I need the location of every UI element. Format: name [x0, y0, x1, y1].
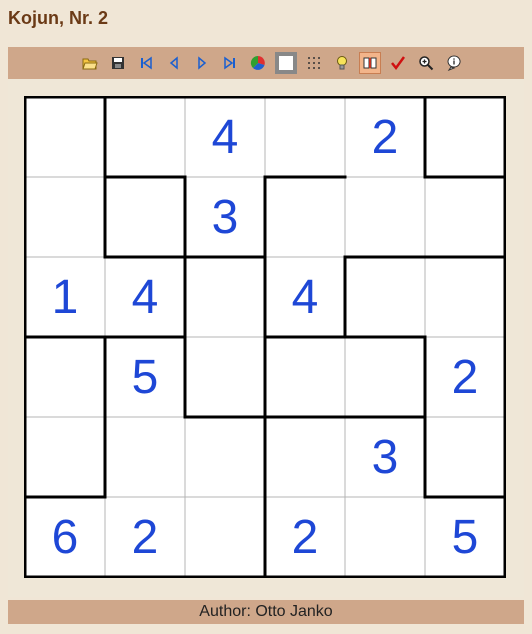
next-button[interactable]: [191, 52, 213, 74]
grid-cell-r3c5[interactable]: [345, 257, 425, 337]
grid-cell-r1c3[interactable]: 4: [185, 97, 265, 177]
grid-cell-r2c5[interactable]: [345, 177, 425, 257]
grid-cell-r4c5[interactable]: [345, 337, 425, 417]
grid-cell-r5c6[interactable]: [425, 417, 505, 497]
book-button[interactable]: [359, 52, 381, 74]
grid-cell-r4c2[interactable]: 5: [105, 337, 185, 417]
grid-cell-r5c4[interactable]: [265, 417, 345, 497]
grid-cell-r6c3[interactable]: [185, 497, 265, 577]
grid-cell-r3c3[interactable]: [185, 257, 265, 337]
grid-cell-r2c2[interactable]: [105, 177, 185, 257]
grid-cell-r1c1[interactable]: [25, 97, 105, 177]
grid-cell-r4c3[interactable]: [185, 337, 265, 417]
checkmark-icon: [391, 56, 406, 71]
grid-cell-r5c2[interactable]: [105, 417, 185, 497]
save-icon: [112, 57, 124, 69]
grid-cell-r2c6[interactable]: [425, 177, 505, 257]
grid-dots-button[interactable]: [303, 52, 325, 74]
grid-cell-r6c4[interactable]: 2: [265, 497, 345, 577]
grid-cell-r3c1[interactable]: 1: [25, 257, 105, 337]
grid-cell-r3c2[interactable]: 4: [105, 257, 185, 337]
info-button[interactable]: [443, 52, 465, 74]
grid-cell-r5c5[interactable]: 3: [345, 417, 425, 497]
previous-button[interactable]: [163, 52, 185, 74]
color-wheel-icon: [250, 55, 265, 70]
toolbar: [8, 47, 524, 79]
white-square-button[interactable]: [275, 52, 297, 74]
first-button[interactable]: [135, 52, 157, 74]
next-icon: [198, 56, 207, 70]
last-button[interactable]: [219, 52, 241, 74]
first-icon: [141, 56, 152, 70]
last-icon: [224, 56, 235, 70]
grid-cell-r2c4[interactable]: [265, 177, 345, 257]
zoom-in-icon: [419, 56, 434, 71]
grid-cell-r4c6[interactable]: 2: [425, 337, 505, 417]
grid-cell-r2c1[interactable]: [25, 177, 105, 257]
grid-dots-icon: [308, 57, 320, 69]
grid-cell-r3c4[interactable]: 4: [265, 257, 345, 337]
grid-cell-r5c3[interactable]: [185, 417, 265, 497]
book-icon: [363, 57, 377, 69]
grid-cell-r6c1[interactable]: 6: [25, 497, 105, 577]
grid-cell-r5c1[interactable]: [25, 417, 105, 497]
info-icon: [447, 55, 461, 71]
grid-cell-r3c6[interactable]: [425, 257, 505, 337]
puzzle-title: Kojun, Nr. 2: [8, 8, 109, 28]
grid-cell-r6c6[interactable]: 5: [425, 497, 505, 577]
color-wheel-button[interactable]: [247, 52, 269, 74]
lightbulb-icon: [337, 56, 347, 70]
zoom-in-button[interactable]: [415, 52, 437, 74]
checkmark-button[interactable]: [387, 52, 409, 74]
grid-cell-r6c2[interactable]: 2: [105, 497, 185, 577]
open-folder-icon: [82, 58, 98, 70]
save-button[interactable]: [107, 52, 129, 74]
white-square-icon: [279, 56, 293, 70]
previous-icon: [169, 56, 178, 70]
grid-cell-r1c5[interactable]: 2: [345, 97, 425, 177]
grid-cell-r2c3[interactable]: 3: [185, 177, 265, 257]
grid-cell-r1c4[interactable]: [265, 97, 345, 177]
open-folder-button[interactable]: [79, 52, 101, 74]
grid-cell-r6c5[interactable]: [345, 497, 425, 577]
lightbulb-button[interactable]: [331, 52, 353, 74]
grid-cell-r4c1[interactable]: [25, 337, 105, 417]
grid-cell-r1c6[interactable]: [425, 97, 505, 177]
grid-cell-r1c2[interactable]: [105, 97, 185, 177]
kojun-grid: 4231445236225: [24, 96, 506, 578]
author-footer: Author: Otto Janko: [8, 600, 524, 624]
grid-cell-r4c4[interactable]: [265, 337, 345, 417]
